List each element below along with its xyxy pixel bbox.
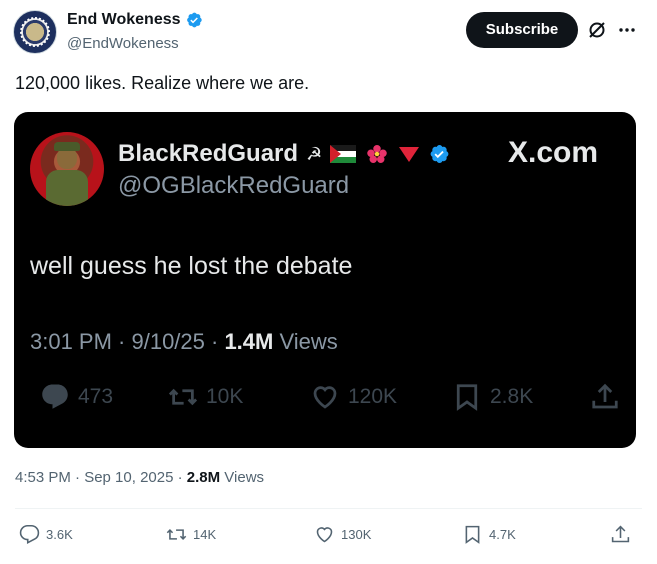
repost-icon: [166, 529, 187, 540]
repost-button[interactable]: 14K: [166, 524, 216, 545]
author-name-row: End Wokeness: [67, 11, 203, 29]
share-icon: [592, 383, 618, 409]
post-views-label: Views: [220, 469, 265, 486]
hammer-sickle-icon: ☭: [306, 143, 323, 164]
hibiscus-icon: [367, 145, 387, 163]
grok-icon[interactable]: [587, 20, 607, 40]
quoted-bookmark-stat: 2.8K: [452, 382, 533, 412]
quoted-author-handle: @OGBlackRedGuard: [118, 172, 350, 199]
reply-count: 3.6K: [46, 527, 73, 542]
post-views-count: 2.8M: [186, 469, 221, 486]
bookmark-icon: [456, 384, 478, 411]
quoted-views-label: Views: [273, 329, 338, 354]
post-text: 120,000 likes. Realize where we are.: [15, 73, 310, 93]
quoted-author-name: BlackRedGuard: [118, 140, 299, 167]
quoted-share-stat: [590, 382, 620, 412]
palestine-flag-icon: [330, 145, 357, 163]
post-meta: 4:53 PM · Sep 10, 2025 · 2.8M Views: [15, 469, 264, 486]
x-brand-label: X.com: [508, 136, 599, 169]
author-avatar[interactable]: [13, 10, 57, 54]
avatar-ring: [20, 17, 50, 47]
heart-icon: [316, 527, 333, 543]
quoted-verified-badge-icon: [430, 145, 449, 163]
quoted-image-card[interactable]: BlackRedGuard ☭ @OGBlackRedGuard X.com w…: [14, 112, 636, 448]
red-triangle-icon: [399, 147, 420, 162]
post-action-bar: 3.6K 14K 130K 4.7K: [0, 524, 657, 548]
quoted-like-count: 120K: [348, 385, 398, 408]
like-button[interactable]: 130K: [314, 524, 371, 545]
quoted-post-meta: 3:01 PM · 9/10/25 · 1.4M Views: [30, 329, 338, 355]
quoted-action-bar: 473 10K 120K 2.8K: [14, 382, 636, 418]
heart-icon: [313, 386, 337, 409]
subscribe-button[interactable]: Subscribe: [466, 12, 578, 48]
quoted-post-text: well guess he lost the debate: [30, 252, 353, 280]
bookmark-button[interactable]: 4.7K: [462, 524, 516, 545]
post-timestamp[interactable]: 4:53 PM · Sep 10, 2025 ·: [15, 469, 187, 486]
reply-icon: [42, 384, 68, 409]
verified-badge-icon: [186, 12, 202, 28]
bookmark-icon: [465, 525, 480, 544]
quoted-like-stat: 120K: [310, 382, 397, 412]
reply-icon: [19, 524, 40, 545]
quoted-author-avatar: [30, 132, 104, 206]
like-count: 130K: [341, 527, 372, 542]
avatar-figure-cap: [54, 142, 80, 151]
quoted-bookmark-count: 2.8K: [490, 385, 534, 408]
post-header: End Wokeness @EndWokeness Subscribe: [0, 0, 657, 66]
divider: [15, 508, 642, 509]
quoted-name-row: BlackRedGuard ☭: [118, 140, 450, 168]
quoted-reply-count: 473: [78, 385, 114, 408]
repost-icon: [168, 388, 198, 406]
quoted-repost-stat: 10K: [168, 382, 243, 412]
avatar-figure-body: [46, 170, 88, 206]
author-handle[interactable]: @EndWokeness: [67, 35, 179, 52]
bookmark-count: 4.7K: [489, 527, 516, 542]
author-name[interactable]: End Wokeness: [67, 11, 181, 29]
quoted-reply-stat: 473: [40, 382, 113, 412]
repost-count: 14K: [193, 527, 217, 542]
share-button[interactable]: [610, 524, 631, 545]
share-icon: [611, 525, 630, 543]
quoted-repost-count: 10K: [206, 385, 244, 408]
reply-button[interactable]: 3.6K: [19, 524, 73, 545]
quoted-views-count: 1.4M: [224, 329, 274, 354]
more-options-icon[interactable]: [617, 20, 637, 40]
quoted-post-time: 3:01 PM · 9/10/25 ·: [30, 329, 225, 354]
